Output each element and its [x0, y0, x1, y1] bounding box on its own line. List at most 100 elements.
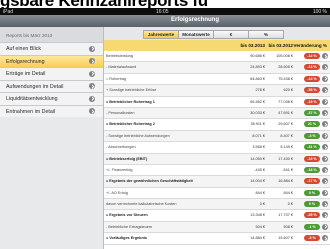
- table-row[interactable]: - Betriebliche Ertragsteuern 504 € 508 € -1…: [104, 221, 330, 234]
- value-2013: -445 €: [254, 167, 265, 172]
- table-row[interactable]: - Personalkosten 30.033 € 47.691 € -37 %: [104, 107, 330, 120]
- change-badge: -14 %: [304, 53, 320, 59]
- chevron-right-icon: [89, 70, 95, 77]
- banner-text: gsbare Kennzahlreports fü: [0, 0, 208, 8]
- table-row[interactable]: = Rohertrag 64.863 € 75.438 € -14 %: [104, 73, 330, 86]
- chevron-right-icon[interactable]: [322, 109, 328, 116]
- chevron-right-icon[interactable]: [322, 166, 328, 173]
- status-bar: iPad 16:05 100 %: [0, 8, 330, 15]
- table-row[interactable]: = Ergebnis der gewöhnlichen Geschäftstät…: [104, 176, 330, 188]
- table-row[interactable]: - Abschreibungen 3.568 € 5.149 € -31 %: [104, 142, 330, 154]
- value-2012: 105.008 €: [276, 54, 293, 58]
- table-row[interactable]: - Sonstige betriebliche Aufwendungen 8.07…: [104, 130, 330, 143]
- value-2012: -541 €: [282, 167, 293, 172]
- table-row[interactable]: + Sonstige betriebliche Erlöse 278 € 620 €…: [104, 85, 330, 97]
- change-badge: 21 %: [304, 121, 320, 128]
- tab-euro[interactable]: €: [213, 30, 249, 39]
- chevron-right-icon[interactable]: [322, 98, 328, 105]
- chevron-right-icon[interactable]: [322, 75, 328, 82]
- chevron-right-icon[interactable]: [322, 178, 328, 185]
- chevron-right-icon[interactable]: [322, 155, 328, 162]
- value-2013: 30.033 €: [250, 110, 265, 115]
- sidebar-item-ertraege[interactable]: Erträge im Detail: [0, 67, 103, 80]
- table-row[interactable]: = Vorläufiges Ergebnis 14.884 € 15.607 € -5…: [104, 233, 330, 245]
- table-row[interactable]: +/- Finanzerfolg -445 € -541 € -18 %: [104, 164, 330, 177]
- row-label: = Betriebserfolg (EBIT): [106, 156, 148, 161]
- sidebar-item-label: Aufwendungen im Detail: [6, 83, 64, 90]
- value-2013: 504 €: [255, 224, 265, 229]
- row-label: = Ergebnis der gewöhnlichen Geschäftstät…: [106, 179, 193, 184]
- table-row[interactable]: = Ergebnis vor Steuern 13.348 € 17.707 € -2…: [104, 210, 330, 222]
- table-row[interactable]: = Betriebserfolg (EBIT) 14.050 € 17.430 € -…: [104, 153, 330, 165]
- chevron-right-icon[interactable]: [322, 87, 328, 94]
- change-badge: -31 %: [304, 144, 320, 151]
- change-badge: 0 %: [304, 189, 320, 196]
- row-label: - Materialaufwand: [106, 65, 137, 70]
- row-label: = Betrieblicher Rohertrag 2: [106, 122, 155, 127]
- chevron-right-icon[interactable]: [322, 53, 328, 59]
- change-badge: -1 %: [304, 223, 320, 230]
- sidebar-list: Auf einen Blick Erfolgsrechnung Erträge …: [0, 42, 103, 117]
- table-row[interactable]: Betriebsleistung 90.686 € 105.008 € -14 %: [104, 51, 330, 63]
- tab-percent[interactable]: %: [248, 30, 284, 39]
- sidebar-item-auf-einen-blick[interactable]: Auf einen Blick: [0, 42, 103, 55]
- row-label: = Betrieblicher Rohertrag 1: [106, 99, 155, 104]
- tab-jahreswerte[interactable]: Jahreswerte: [143, 30, 179, 39]
- table-row[interactable]: +/- AO Erfolg 844 € 844 € 0 %: [104, 187, 330, 200]
- tab-monatswerte[interactable]: Monatswerte: [178, 30, 214, 39]
- chevron-right-icon[interactable]: [322, 201, 328, 208]
- sidebar-item-aufwendungen[interactable]: Aufwendungen im Detail: [0, 79, 103, 92]
- row-label: = Rohertrag: [106, 76, 127, 81]
- change-badge: -15 %: [304, 98, 320, 105]
- chevron-right-icon[interactable]: [322, 132, 328, 139]
- chevron-right-icon: [89, 45, 95, 52]
- change-badge: -18 %: [304, 166, 320, 173]
- chevron-right-icon[interactable]: [322, 189, 328, 196]
- value-2012: 77.036 €: [278, 99, 293, 104]
- chevron-right-icon: [89, 95, 95, 102]
- chevron-right-icon: [89, 83, 95, 89]
- sidebar-item-erfolgsrechnung[interactable]: Erfolgsrechnung: [0, 54, 103, 67]
- change-badge: 0 %: [304, 201, 320, 208]
- value-2013: 8.071 €: [252, 133, 265, 138]
- value-2012: 5.149 €: [280, 145, 293, 150]
- table-row[interactable]: davon verrechnete kalkulatorische Kosten…: [104, 199, 330, 211]
- value-2013: 64.863 €: [250, 76, 265, 81]
- sidebar-header-text: Reports bis März 2013: [6, 33, 53, 38]
- table-row[interactable]: = Betrieblicher Rohertrag 2 35.911 € 29.60…: [104, 119, 330, 131]
- chevron-right-icon[interactable]: [322, 144, 328, 151]
- value-2013: 14.050 €: [250, 156, 265, 161]
- chevron-right-icon: [89, 58, 95, 64]
- chevron-right-icon[interactable]: [322, 121, 328, 128]
- ipad-screen: gsbare Kennzahlreports fü iPad 16:05 100…: [0, 0, 330, 249]
- chevron-right-icon[interactable]: [322, 64, 328, 71]
- row-label: davon verrechnete kalkulatorische Kosten: [106, 202, 177, 207]
- value-2013: 844 €: [255, 190, 265, 195]
- page-title: Erfolgsrechnung: [170, 17, 219, 23]
- table-row[interactable]: - Materialaufwand 24.893 € 28.605 € -13 %: [104, 62, 330, 74]
- value-2013: 65.482 €: [250, 99, 265, 104]
- chevron-right-icon: [89, 108, 95, 114]
- value-2013: 90.686 €: [250, 54, 265, 58]
- value-2013: 13.348 €: [250, 213, 265, 218]
- row-label: + Sonstige betriebliche Erlöse: [106, 88, 157, 93]
- chevron-right-icon[interactable]: [322, 235, 328, 242]
- table-row[interactable]: = Betrieblicher Rohertrag 1 65.482 € 77.03…: [104, 96, 330, 108]
- value-2013: 24.893 €: [250, 65, 265, 70]
- value-2012: 28.605 €: [278, 65, 293, 70]
- change-badge: -55 %: [304, 87, 320, 94]
- change-badge: -5 %: [304, 235, 320, 242]
- chevron-right-icon[interactable]: [322, 212, 328, 219]
- segmented-control: Jahreswerte Monatswerte € %: [104, 27, 330, 41]
- sidebar-item-entnahmen[interactable]: Entnahmen im Detail: [0, 104, 103, 117]
- sidebar-item-label: Erfolgsrechnung: [6, 58, 45, 65]
- value-2013: 0 €: [259, 202, 265, 207]
- row-label: - Abschreibungen: [106, 145, 136, 150]
- row-label: Betriebsleistung: [106, 54, 134, 58]
- value-2013: 14.884 €: [250, 236, 265, 241]
- sidebar: Reports bis März 2013 Auf einen Blick Er…: [0, 27, 104, 249]
- sidebar-item-liquiditaet[interactable]: Liquiditätsentwicklung: [0, 92, 103, 105]
- value-2013: 14.004 €: [250, 179, 265, 184]
- value-2012: 47.691 €: [278, 110, 293, 115]
- chevron-right-icon[interactable]: [322, 223, 328, 230]
